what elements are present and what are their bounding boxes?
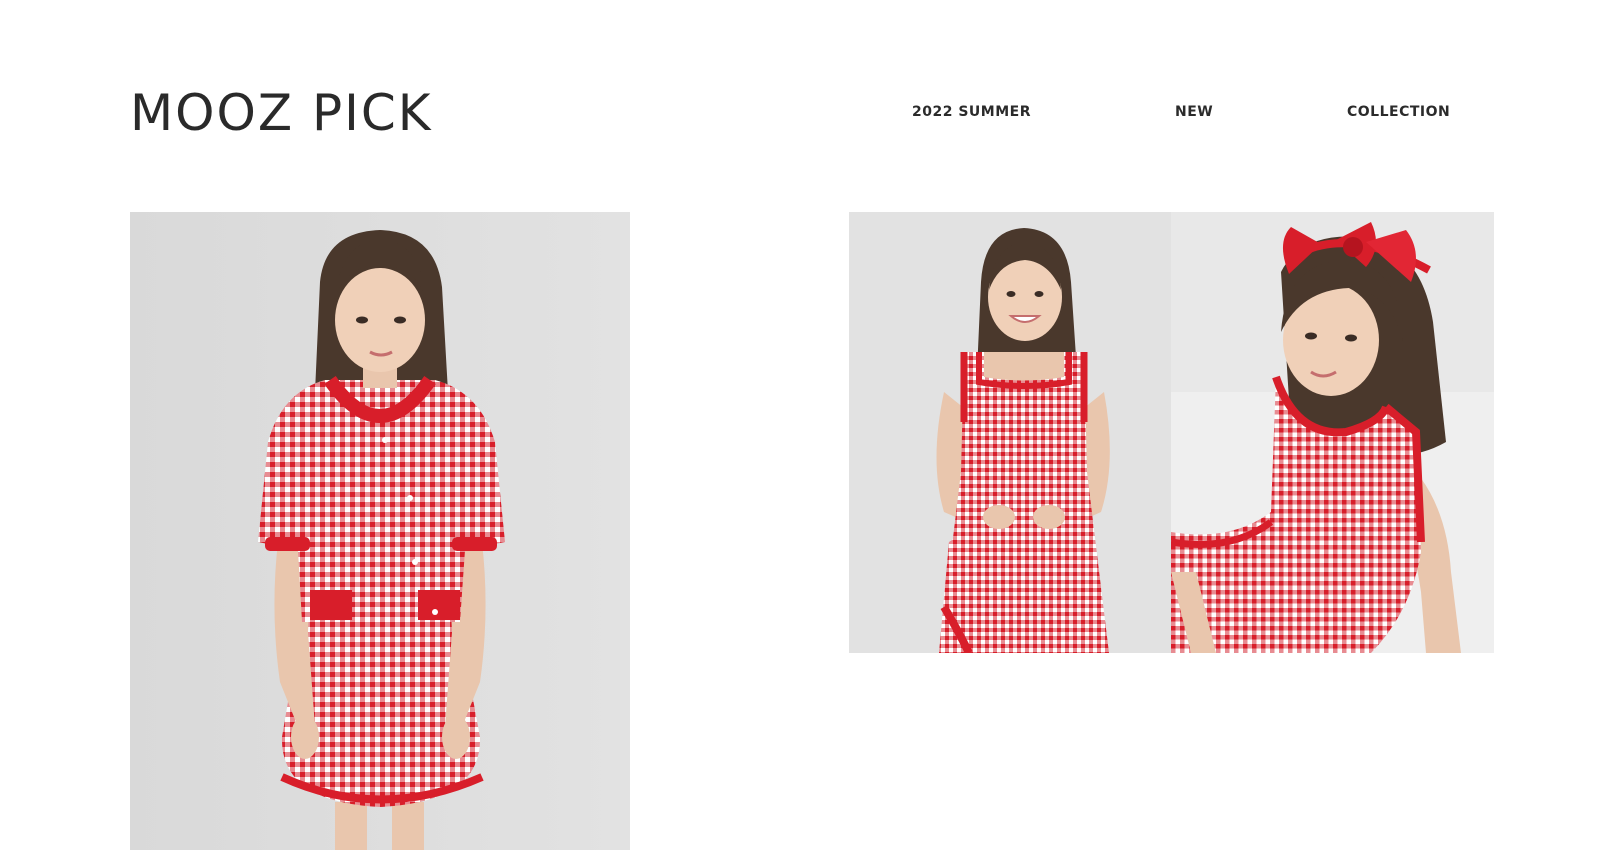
nav-item-2022-summer[interactable]: 2022 SUMMER [912,104,1031,120]
girl-cardigan-image [130,212,630,850]
product-photo-tertiary[interactable] [1171,212,1494,653]
main-nav: 2022 SUMMER NEW COLLECTION [0,104,1600,124]
nav-item-new[interactable]: NEW [1175,104,1213,120]
girl-sleeveless-dress-image [849,212,1171,653]
product-photo-main[interactable] [130,212,630,850]
girl-bow-headband-image [1171,212,1494,653]
product-photo-secondary[interactable] [849,212,1171,653]
nav-item-collection[interactable]: COLLECTION [1347,104,1450,120]
